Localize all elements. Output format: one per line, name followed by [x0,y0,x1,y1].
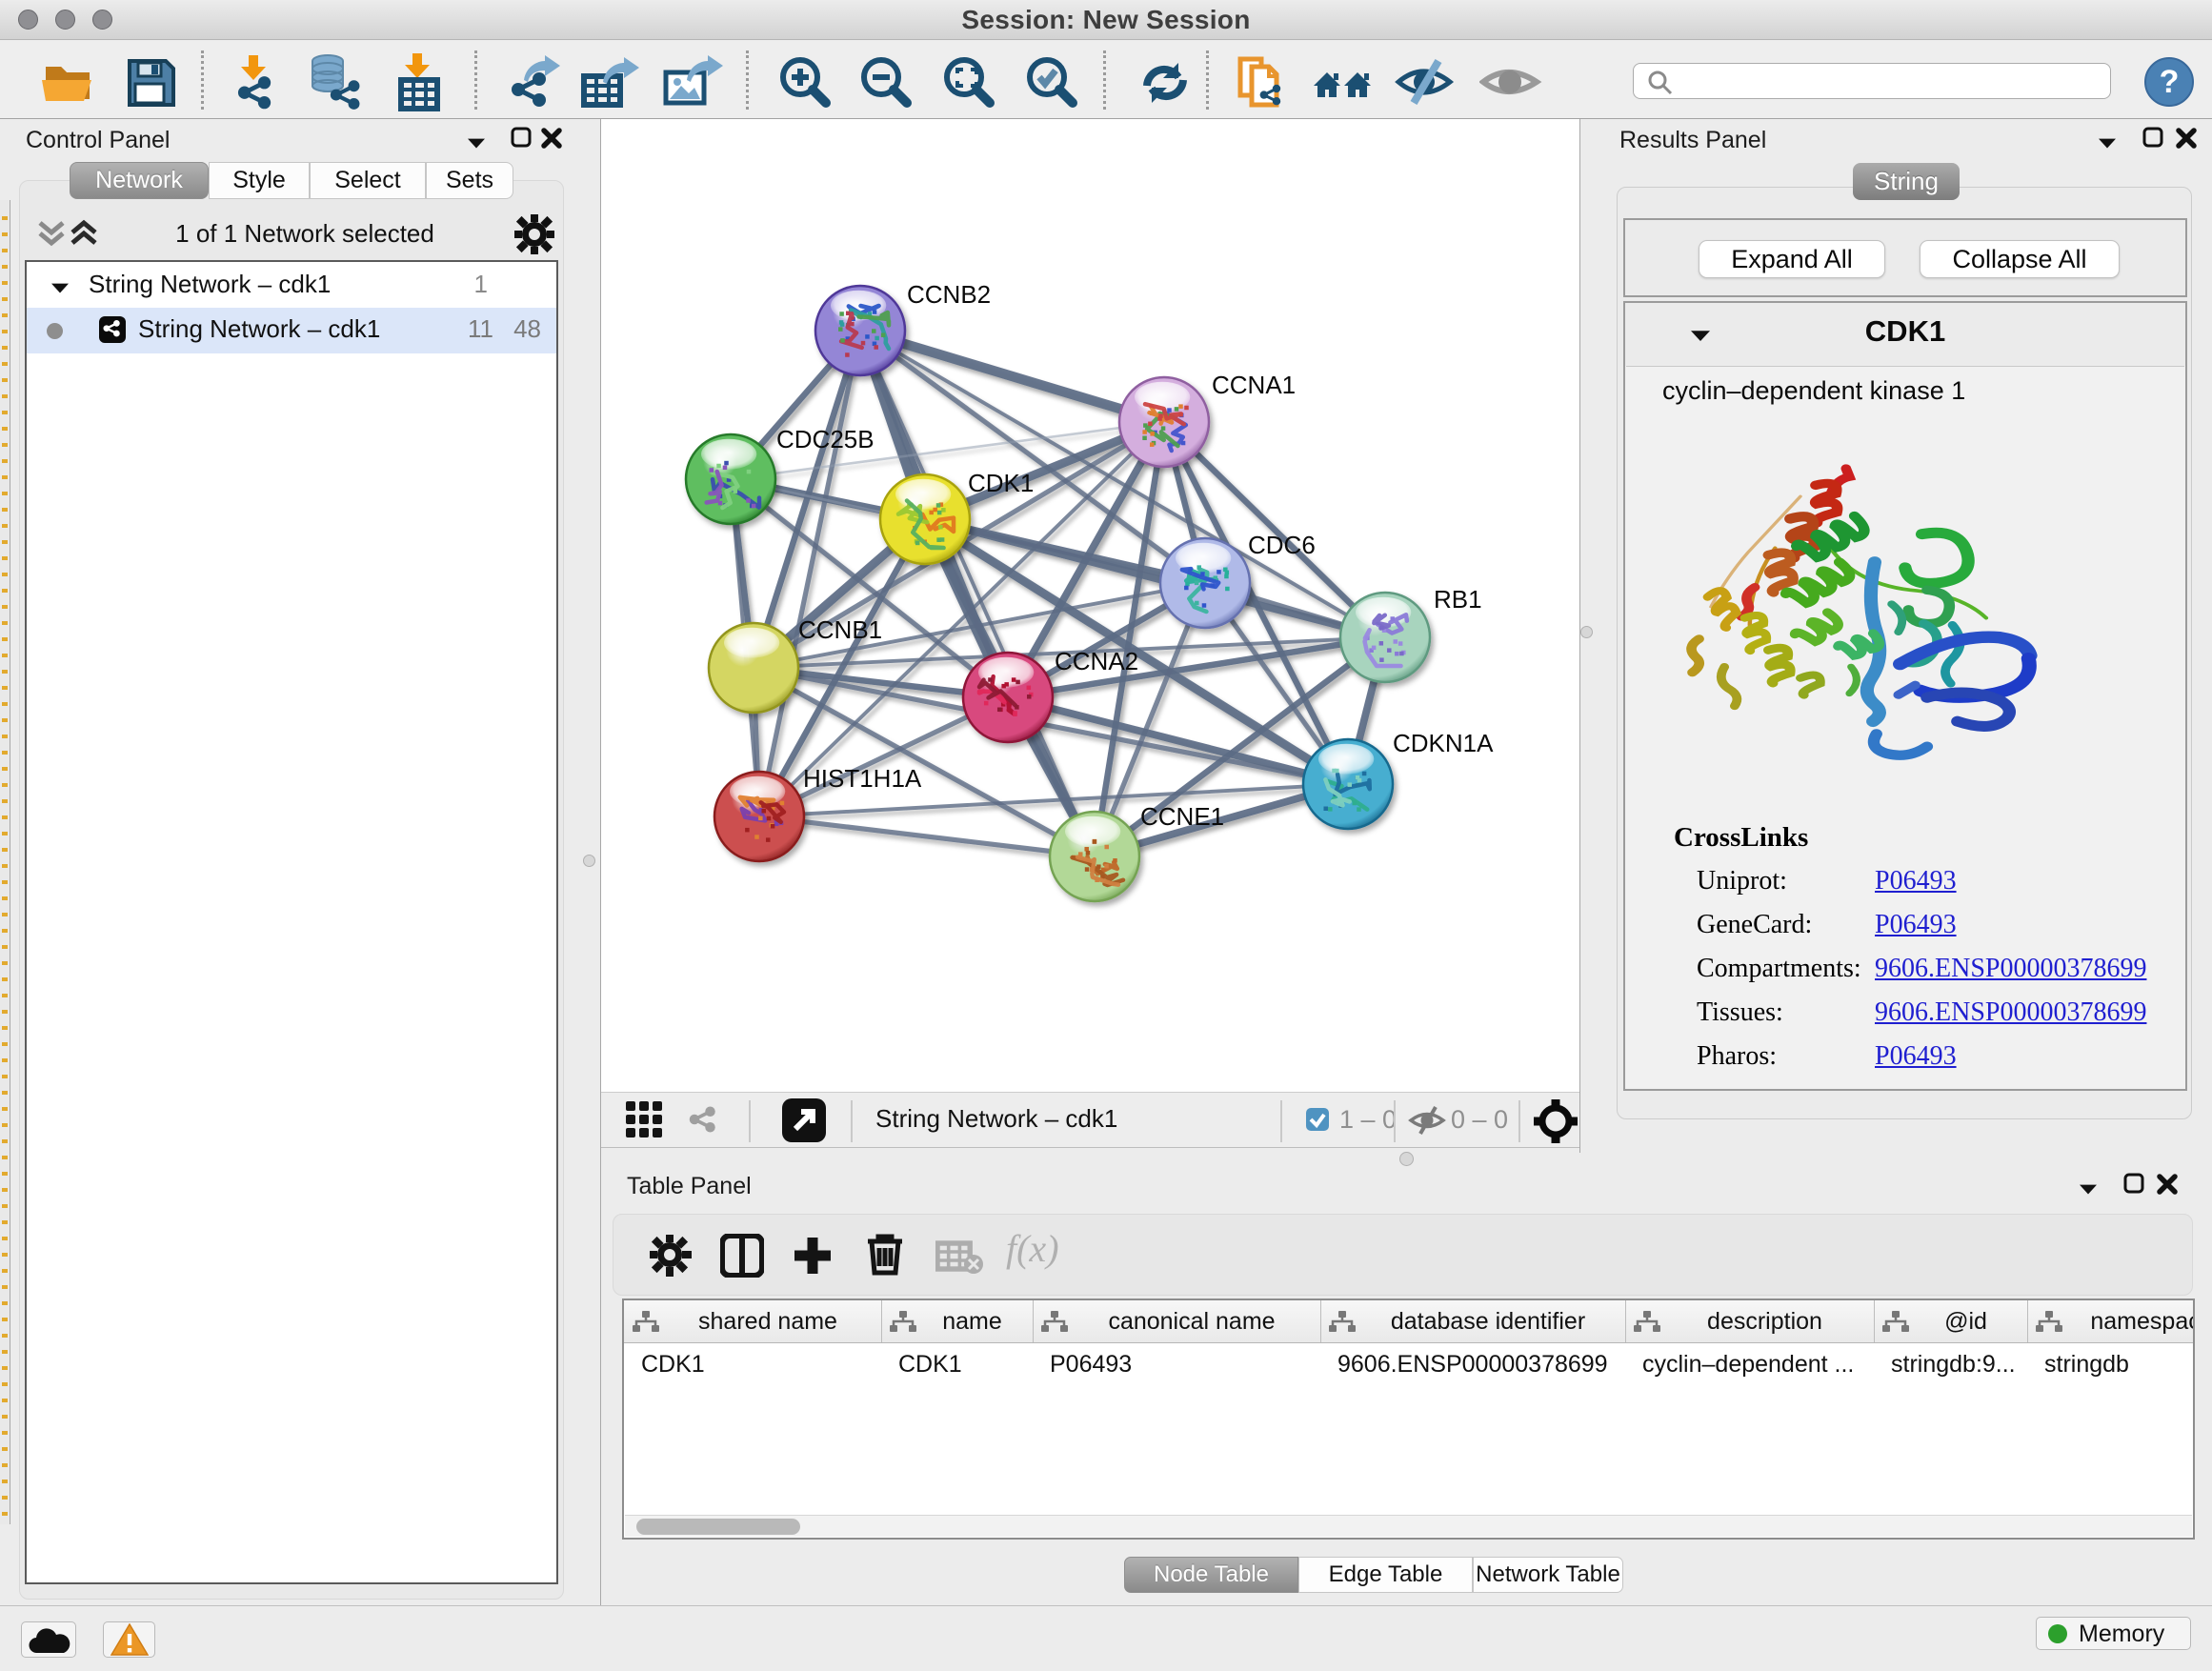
svg-text:CCNA1: CCNA1 [1212,371,1296,399]
svg-text:CCNE1: CCNE1 [1140,802,1224,831]
svg-text:RB1: RB1 [1434,585,1482,614]
svg-text:CCNB1: CCNB1 [798,615,882,644]
svg-text:CDC25B: CDC25B [776,425,875,453]
svg-text:CDC6: CDC6 [1248,531,1316,559]
svg-text:HIST1H1A: HIST1H1A [803,764,922,793]
svg-text:CDKN1A: CDKN1A [1393,729,1494,757]
svg-text:CDK1: CDK1 [968,469,1034,497]
svg-text:CCNB2: CCNB2 [907,280,991,309]
svg-text:CCNA2: CCNA2 [1055,647,1138,675]
svg-text:?: ? [2160,64,2180,100]
